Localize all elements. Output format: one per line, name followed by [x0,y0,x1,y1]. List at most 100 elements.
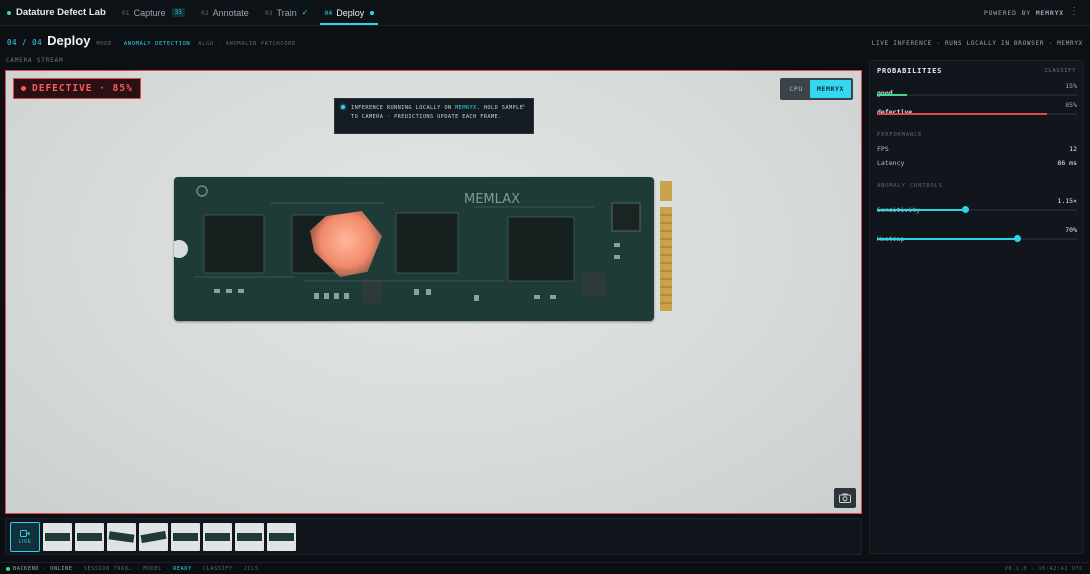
clock: · 16:42:42 UTC [1030,565,1083,572]
tab-capture[interactable]: 01 Capture 33 [122,0,185,26]
latency-row: Latency 86 ms [877,159,1077,167]
online-dot-icon [6,566,10,571]
results-panel: PROBABILITIES CLASSIFY good 15% defectiv… [869,60,1084,554]
tab-annotate[interactable]: 02 Annotate [201,0,249,26]
task-tag: CLASSIFY [1044,68,1076,74]
model-label: · MODEL · [135,565,170,572]
prob-value: 85% [1065,101,1077,109]
algo-label: ALGO · [198,41,222,47]
prob-good: good 15% [877,82,1077,100]
tab-deploy[interactable]: 04 Deploy [320,0,379,26]
snapshot-button[interactable] [834,488,856,508]
slider-track[interactable] [877,206,1077,213]
step-number: 03 [264,8,273,17]
capture-filmstrip: LIVE [5,518,862,555]
toast-prefix: INFERENCE RUNNING LOCALLY ON [351,105,452,111]
video-camera-icon [20,529,30,537]
powered-brand: MEMRYX [1035,9,1064,17]
step-progress: 04 / 04 [7,38,43,47]
step-number: 01 [121,8,130,17]
capture-thumbnail[interactable] [75,523,104,551]
session-id: · SESSION 79A8… [76,565,133,572]
camera-stream[interactable]: MEMLAX DEFECTIVE · 85% CPU MEMRYX INFERE… [5,70,862,514]
board-brand-text: MEMLAX [464,192,520,207]
info-dot-icon [341,105,345,109]
mode-value: ANOMALY DETECTION [123,41,191,47]
more-menu-icon[interactable]: ⋮ [1069,6,1079,17]
toast-highlight: MEMRYX [455,105,477,111]
heatmap-value: 70% [1065,226,1077,234]
powered-by: POWERED BY MEMRYX [984,9,1064,17]
step-number: 02 [200,8,209,17]
status-bar: BACKEND · ONLINE · SESSION 79A8… · MODEL… [0,562,1090,574]
tab-train[interactable]: 03 Train ✓ [265,0,309,26]
verdict-text: DEFECTIVE · 85% [32,83,133,94]
prob-fill [877,113,1047,115]
pcb-board-image: MEMLAX [170,177,654,321]
performance-title: PERFORMANCE [877,132,923,138]
page-header: 04 / 04 Deploy MODE · ANOMALY DETECTION … [7,33,296,48]
app-brand[interactable]: Datature Defect Lab [7,7,106,18]
fps-value: 12 [1069,145,1077,153]
prob-track [877,94,1077,96]
memryx-option[interactable]: MEMRYX [809,80,851,98]
model-meta: MODE · ANOMALY DETECTION ALGO · ANOMALIB… [96,41,296,47]
version: V0.1.0 [1004,565,1028,572]
active-dot-icon [370,10,375,15]
heatmap-slider[interactable]: Heatmap 70% [877,226,1077,245]
live-tile[interactable]: LIVE [10,522,40,552]
sensitivity-slider[interactable]: Sensitivity 1.15× [877,197,1077,216]
capture-count-badge: 33 [171,8,185,17]
gold-connector-icon [660,181,672,311]
fps-label: FPS [877,145,889,153]
defect-verdict-badge: DEFECTIVE · 85% [13,78,141,99]
capture-thumbnail[interactable] [267,523,296,551]
step-label: Annotate [212,7,249,18]
close-icon[interactable]: × [521,102,526,111]
slider-fill [877,238,1017,240]
inference-info: LIVE INFERENCE · RUNS LOCALLY IN BROWSER… [871,40,1083,47]
version-time: V0.1.0 · 16:42:42 UTC [1005,566,1083,572]
status-dot-icon [7,10,11,15]
inference-toast: INFERENCE RUNNING LOCALLY ON MEMRYX. HOL… [334,98,534,134]
backend-status: BACKEND · ONLINE [13,565,73,572]
slider-fill [877,209,965,211]
latency-label: Latency [877,159,905,167]
capture-thumbnail[interactable] [203,523,232,551]
app-title: Datature Defect Lab [16,7,106,18]
task-info: · CLASSIFY · 2CLS [195,565,259,572]
check-icon: ✓ [301,8,309,17]
algo-value: ANOMALIB PATCHCORE [225,41,296,47]
latency-value: 86 ms [1057,159,1077,167]
capture-thumbnail[interactable] [139,523,168,551]
capture-thumbnail[interactable] [171,523,200,551]
step-label: Deploy [336,7,365,18]
prob-defective: defective 85% [877,101,1077,119]
mode-label: MODE · [96,41,120,47]
alert-dot-icon [21,86,26,91]
prob-fill [877,94,907,96]
sensitivity-value: 1.15× [1057,197,1077,205]
capture-thumbnail[interactable] [43,523,72,551]
prob-value: 15% [1065,82,1077,90]
page-title: Deploy [47,33,91,48]
anomaly-controls-title: ANOMALY CONTROLS [877,183,943,189]
capture-thumbnail[interactable] [107,523,136,551]
live-label: LIVE [18,538,32,545]
slider-track[interactable] [877,235,1077,242]
step-label: Capture [133,7,166,18]
camera-stream-label: CAMERA STREAM [6,57,64,64]
step-number: 04 [324,8,333,17]
model-state: READY [173,565,192,572]
cpu-option[interactable]: CPU [782,80,810,98]
camera-icon [839,493,851,503]
accelerator-toggle: CPU MEMRYX [780,78,853,100]
slider-handle[interactable] [962,206,969,213]
probabilities-title: PROBABILITIES [877,67,943,75]
powered-prefix: POWERED BY [983,9,1031,17]
fps-row: FPS 12 [877,145,1077,153]
capture-thumbnail[interactable] [235,523,264,551]
top-nav: Datature Defect Lab 01 Capture 33 02 Ann… [0,0,1090,26]
step-label: Train [276,7,297,18]
slider-handle[interactable] [1014,235,1021,242]
